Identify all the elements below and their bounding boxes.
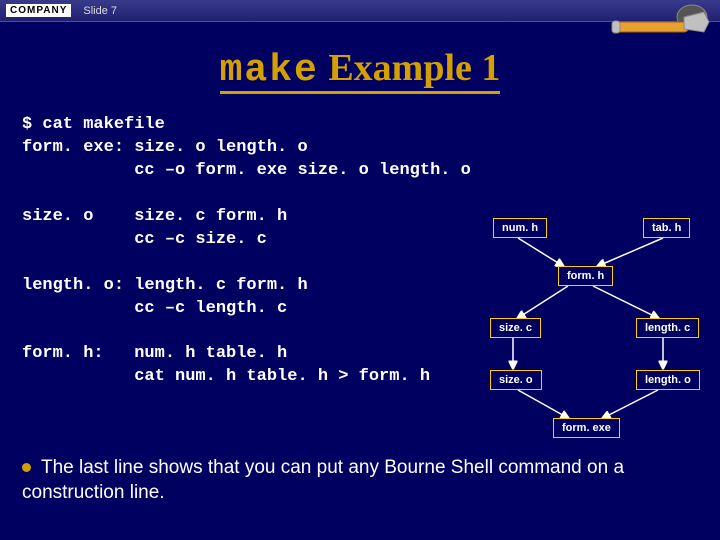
dependency-diagram: num. h tab. h form. h size. c length. c … — [468, 218, 708, 448]
bullet-text: The last line shows that you can put any… — [22, 455, 698, 506]
title-rest: Example 1 — [328, 47, 500, 89]
node-form-h: form. h — [558, 266, 613, 286]
slide-number: Slide 7 — [83, 5, 117, 17]
node-length-c: length. c — [636, 318, 699, 338]
node-form-exe: form. exe — [553, 418, 620, 438]
wrench-icon — [604, 2, 714, 52]
bullet-icon — [22, 463, 31, 472]
slide-title: make Example 1 — [0, 46, 720, 92]
node-length-o: length. o — [636, 370, 700, 390]
node-tab-h: tab. h — [643, 218, 690, 238]
logo: COMPANY — [6, 4, 71, 17]
node-size-o: size. o — [490, 370, 542, 390]
title-mono: make — [220, 49, 319, 92]
node-num-h: num. h — [493, 218, 547, 238]
node-size-c: size. c — [490, 318, 541, 338]
